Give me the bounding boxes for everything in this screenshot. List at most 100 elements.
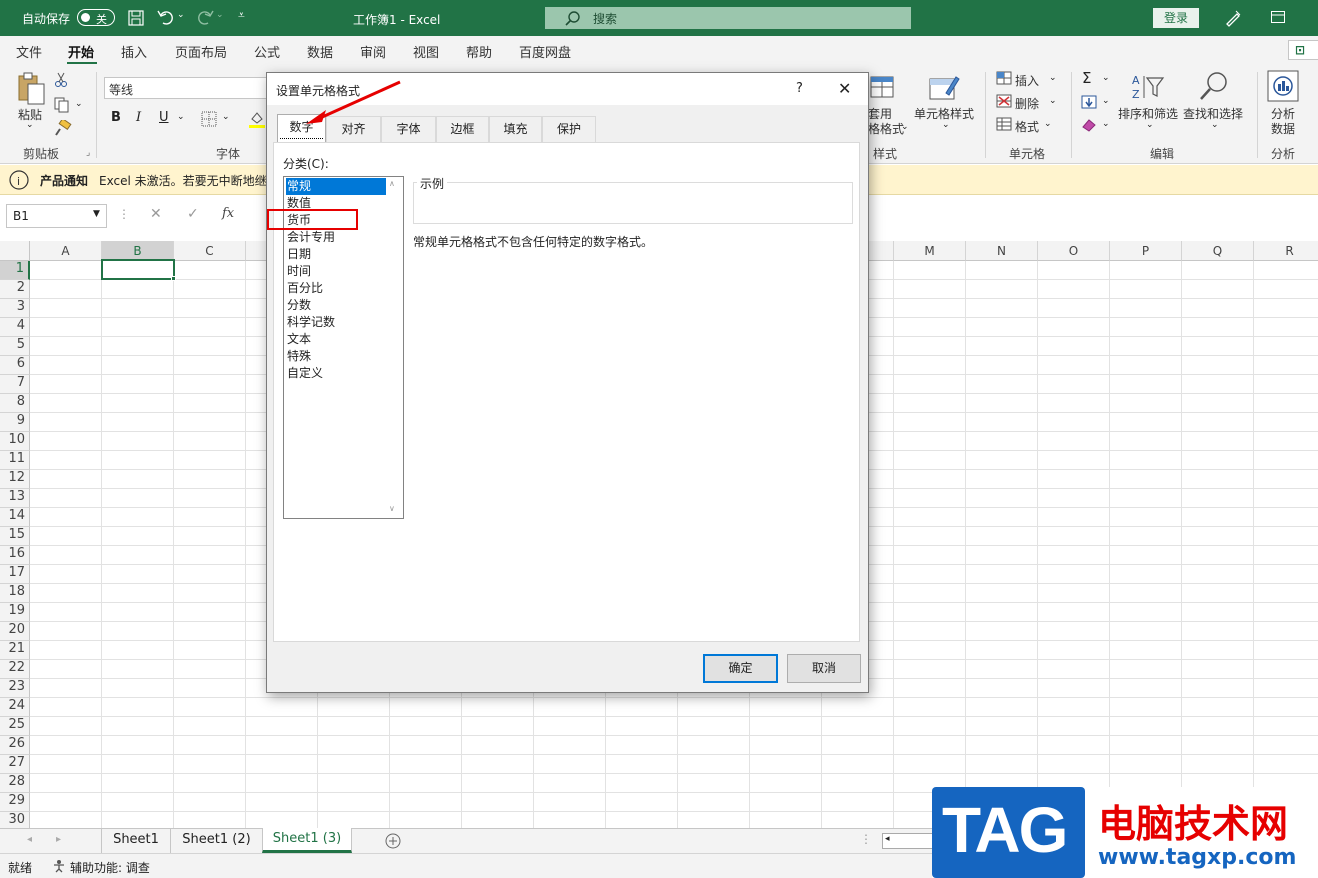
row-header[interactable]: 20 bbox=[0, 622, 30, 641]
paste-icon[interactable] bbox=[15, 72, 47, 106]
delete-dropdown-icon[interactable]: ⌄ bbox=[1049, 96, 1057, 106]
category-percentage[interactable]: 百分比 bbox=[286, 280, 386, 297]
row-header[interactable]: 26 bbox=[0, 736, 30, 755]
row-header[interactable]: 24 bbox=[0, 698, 30, 717]
ribbon-display-icon[interactable] bbox=[1271, 11, 1285, 23]
delete-cells-label[interactable]: 删除 bbox=[1015, 95, 1039, 112]
analyze-data-icon[interactable] bbox=[1267, 70, 1299, 104]
row-header[interactable]: 8 bbox=[0, 394, 30, 413]
sort-filter-dropdown-icon[interactable]: ⌄ bbox=[1146, 120, 1154, 130]
fill-down-icon[interactable] bbox=[1081, 95, 1097, 109]
row-header[interactable]: 22 bbox=[0, 660, 30, 679]
column-header[interactable]: A bbox=[30, 241, 102, 261]
pen-icon[interactable] bbox=[1224, 9, 1242, 27]
row-header[interactable]: 23 bbox=[0, 679, 30, 698]
column-header[interactable]: B bbox=[102, 241, 174, 261]
column-header[interactable]: M bbox=[894, 241, 966, 261]
column-header[interactable]: O bbox=[1038, 241, 1110, 261]
borders-icon[interactable] bbox=[201, 111, 217, 127]
undo-icon[interactable] bbox=[157, 9, 175, 25]
tab-formulas[interactable]: 公式 bbox=[254, 42, 280, 61]
table-style-dropdown-icon[interactable]: ⌄ bbox=[901, 122, 909, 132]
scroll-sheets-right-icon[interactable]: ▸ bbox=[56, 834, 61, 845]
name-box-dropdown-icon[interactable]: ▼ bbox=[93, 209, 100, 219]
copy-dropdown-icon[interactable]: ⌄ bbox=[75, 99, 83, 109]
category-accounting[interactable]: 会计专用 bbox=[286, 229, 386, 246]
row-header[interactable]: 1 bbox=[0, 261, 30, 280]
category-date[interactable]: 日期 bbox=[286, 246, 386, 263]
row-header[interactable]: 15 bbox=[0, 527, 30, 546]
tab-data[interactable]: 数据 bbox=[307, 42, 333, 61]
format-painter-icon[interactable] bbox=[54, 120, 72, 136]
paste-dropdown-icon[interactable]: ⌄ bbox=[26, 120, 34, 130]
tab-splitter-icon[interactable]: ⋮ bbox=[860, 832, 872, 846]
cell-styles-dropdown-icon[interactable]: ⌄ bbox=[942, 120, 950, 130]
scroll-left-icon[interactable]: ◂ bbox=[885, 834, 890, 844]
find-select-dropdown-icon[interactable]: ⌄ bbox=[1211, 120, 1219, 130]
analyze-data-line2[interactable]: 数据 bbox=[1271, 120, 1295, 137]
dialog-tab-protection[interactable]: 保护 bbox=[542, 116, 596, 142]
autosave-toggle[interactable]: 关 bbox=[77, 9, 115, 26]
row-header[interactable]: 13 bbox=[0, 489, 30, 508]
autosum-icon[interactable]: Σ bbox=[1082, 69, 1091, 87]
underline-dropdown-icon[interactable]: ⌄ bbox=[177, 112, 185, 122]
sheet-tab-1[interactable]: Sheet1 bbox=[101, 829, 170, 853]
row-header[interactable]: 17 bbox=[0, 565, 30, 584]
tab-review[interactable]: 审阅 bbox=[360, 42, 386, 61]
tab-help[interactable]: 帮助 bbox=[466, 42, 492, 61]
row-header[interactable]: 19 bbox=[0, 603, 30, 622]
format-dropdown-icon[interactable]: ⌄ bbox=[1044, 119, 1052, 129]
category-general[interactable]: 常规 bbox=[286, 178, 386, 195]
copy-icon[interactable] bbox=[54, 97, 70, 113]
login-button[interactable]: 登录 bbox=[1153, 8, 1199, 28]
active-cell-b1[interactable] bbox=[101, 259, 175, 280]
cut-icon[interactable] bbox=[54, 72, 68, 88]
column-header[interactable]: R bbox=[1254, 241, 1318, 261]
row-header[interactable]: 25 bbox=[0, 717, 30, 736]
tab-view[interactable]: 视图 bbox=[413, 42, 439, 61]
bold-button[interactable]: B bbox=[111, 110, 121, 125]
row-header[interactable]: 28 bbox=[0, 774, 30, 793]
borders-dropdown-icon[interactable]: ⌄ bbox=[222, 112, 230, 122]
accessibility-status[interactable]: 辅助功能: 调查 bbox=[70, 859, 150, 876]
customize-qat-icon[interactable]: ⩡ bbox=[238, 8, 245, 23]
tab-page-layout[interactable]: 页面布局 bbox=[175, 42, 227, 61]
row-header[interactable]: 9 bbox=[0, 413, 30, 432]
undo-dropdown-icon[interactable]: ⌄ bbox=[177, 10, 185, 20]
row-header[interactable]: 29 bbox=[0, 793, 30, 812]
autosum-dropdown-icon[interactable]: ⌄ bbox=[1102, 73, 1110, 83]
tab-home[interactable]: 开始 bbox=[68, 42, 94, 61]
category-time[interactable]: 时间 bbox=[286, 263, 386, 280]
clipboard-launcher-icon[interactable]: ⌟ bbox=[86, 148, 90, 158]
insert-dropdown-icon[interactable]: ⌄ bbox=[1049, 73, 1057, 83]
category-custom[interactable]: 自定义 bbox=[286, 365, 386, 382]
share-button[interactable]: ⊡ bbox=[1288, 40, 1318, 60]
select-all-corner[interactable] bbox=[0, 241, 30, 261]
scroll-down-icon[interactable]: ∨ bbox=[389, 504, 395, 513]
clear-dropdown-icon[interactable]: ⌄ bbox=[1102, 119, 1110, 129]
underline-button[interactable]: U bbox=[159, 110, 169, 125]
insert-cells-icon[interactable] bbox=[996, 71, 1012, 85]
sheet-tab-3-active[interactable]: Sheet1 (3) bbox=[262, 828, 352, 853]
new-sheet-icon[interactable] bbox=[385, 833, 401, 849]
search-box[interactable]: 搜索 bbox=[545, 7, 911, 29]
find-select-icon[interactable] bbox=[1199, 71, 1229, 103]
save-icon[interactable] bbox=[128, 10, 144, 26]
row-header[interactable]: 11 bbox=[0, 451, 30, 470]
name-box[interactable]: B1 ▼ bbox=[6, 204, 107, 228]
fill-handle[interactable] bbox=[171, 276, 176, 281]
column-header[interactable]: C bbox=[174, 241, 246, 261]
tab-file[interactable]: 文件 bbox=[16, 42, 42, 61]
row-header[interactable]: 7 bbox=[0, 375, 30, 394]
sheet-tab-2[interactable]: Sheet1 (2) bbox=[170, 829, 262, 853]
row-header[interactable]: 2 bbox=[0, 280, 30, 299]
category-text[interactable]: 文本 bbox=[286, 331, 386, 348]
column-header[interactable]: Q bbox=[1182, 241, 1254, 261]
font-name-box[interactable]: 等线 bbox=[104, 77, 270, 99]
clear-icon[interactable] bbox=[1081, 118, 1097, 132]
row-header[interactable]: 18 bbox=[0, 584, 30, 603]
column-header[interactable]: P bbox=[1110, 241, 1182, 261]
cancel-button[interactable]: 取消 bbox=[787, 654, 861, 683]
dialog-tab-border[interactable]: 边框 bbox=[436, 116, 489, 142]
category-fraction[interactable]: 分数 bbox=[286, 297, 386, 314]
